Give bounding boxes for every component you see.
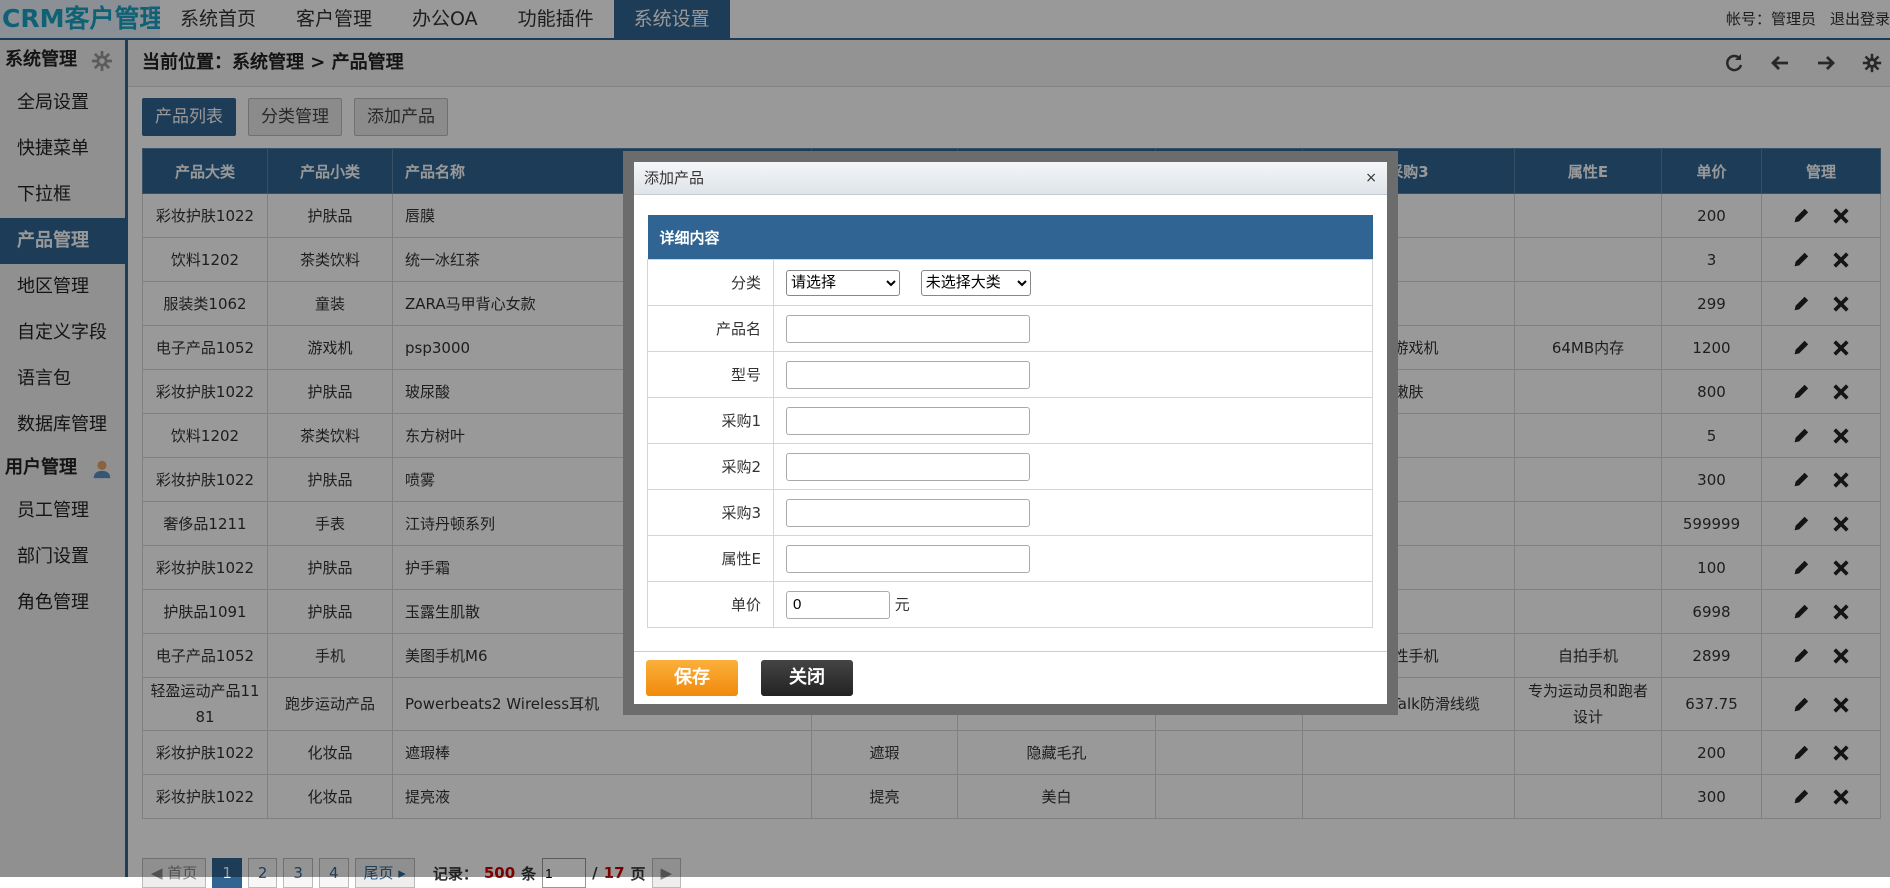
model-input[interactable] [786,360,1030,389]
form-row-purchase2: 采购2 [647,443,1373,490]
field-label: 产品名 [647,305,774,352]
form-row-price: 单价 元 [647,581,1373,628]
dialog-title: 添加产品 [644,169,705,187]
form-row-category: 分类 请选择 未选择大类 [647,259,1373,306]
close-button[interactable]: 关闭 [761,660,853,696]
field-value [773,489,1373,536]
dialog-title-bar: 添加产品 × [634,162,1387,195]
purchase3-input[interactable] [786,498,1030,527]
attr-e-input[interactable] [786,544,1030,573]
dialog-body: 添加产品 × 详细内容 分类 请选择 未选择大类 产品名 型号 采购1 采购2 … [634,162,1387,704]
add-product-dialog: 添加产品 × 详细内容 分类 请选择 未选择大类 产品名 型号 采购1 采购2 … [623,151,1398,715]
category-select[interactable]: 请选择 [786,269,900,296]
form-row-purchase1: 采购1 [647,397,1373,444]
detail-form: 详细内容 分类 请选择 未选择大类 产品名 型号 采购1 采购2 采购3 属性E… [647,215,1373,628]
field-value: 元 [773,581,1373,628]
form-row-purchase3: 采购3 [647,489,1373,536]
field-value [773,397,1373,444]
field-label: 单价 [647,581,774,628]
detail-section-header: 详细内容 [647,215,1373,260]
dialog-footer: 保存 关闭 [634,651,1387,704]
purchase1-input[interactable] [786,406,1030,435]
major-category-select[interactable]: 未选择大类 [920,269,1031,296]
form-row-attr-e: 属性E [647,535,1373,582]
form-row-name: 产品名 [647,305,1373,352]
save-button[interactable]: 保存 [646,660,738,696]
field-label: 采购3 [647,489,774,536]
field-value: 请选择 未选择大类 [773,259,1373,306]
dialog-close-icon[interactable]: × [1365,162,1377,194]
purchase2-input[interactable] [786,452,1030,481]
field-value [773,535,1373,582]
price-input[interactable] [786,590,890,619]
field-label: 采购2 [647,443,774,490]
field-value [773,305,1373,352]
field-value [773,351,1373,398]
field-label: 属性E [647,535,774,582]
product-name-input[interactable] [786,314,1030,343]
field-label: 型号 [647,351,774,398]
field-label: 采购1 [647,397,774,444]
price-unit: 元 [894,595,910,613]
field-value [773,443,1373,490]
form-row-model: 型号 [647,351,1373,398]
field-label: 分类 [647,259,774,306]
